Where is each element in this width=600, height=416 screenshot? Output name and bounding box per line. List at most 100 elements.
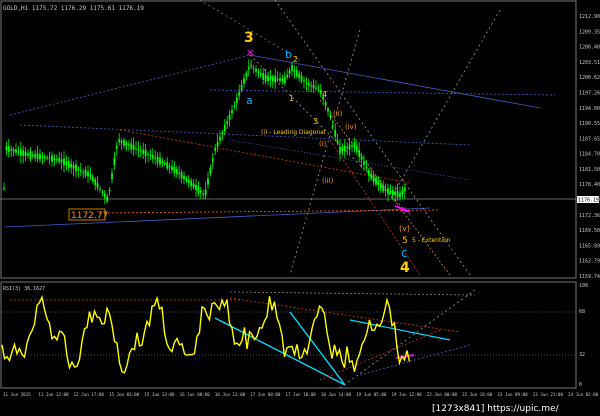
- wave-v-paren-label: (v): [399, 224, 410, 233]
- time-axis-label: 11 Jun 2015: [3, 392, 31, 397]
- candle-body: [209, 167, 212, 174]
- candle-body: [29, 151, 32, 159]
- candle-body: [341, 147, 344, 152]
- candle-body: [161, 161, 164, 164]
- price-axis-label: 1184.70: [579, 152, 600, 158]
- price-axis-label: 1181.50: [579, 167, 600, 173]
- candle-body: [87, 171, 89, 177]
- rsi-axis-label: 0: [579, 382, 582, 388]
- candle-body: [65, 161, 68, 165]
- price-axis-label: 1172.36: [579, 213, 600, 219]
- candle-body: [343, 145, 346, 152]
- candle-body: [171, 166, 173, 171]
- candle-body: [293, 70, 296, 72]
- candle-body: [72, 165, 75, 169]
- candle-body: [310, 85, 313, 87]
- candle-body: [147, 153, 149, 155]
- candle-body: [77, 168, 80, 170]
- rsi-pane[interactable]: [0, 281, 577, 389]
- candle-body: [355, 145, 358, 152]
- time-axis-label: 16 Jun 00:00: [180, 392, 211, 397]
- price-axis-label: 1206.40: [579, 45, 600, 51]
- candle-body: [257, 71, 260, 73]
- candle-body: [367, 170, 370, 176]
- candle-body: [75, 164, 77, 172]
- candle-body: [331, 124, 334, 126]
- candle-body: [303, 80, 305, 82]
- candle-body: [185, 178, 188, 181]
- time-axis-label: 23 Jun 09:00: [497, 392, 528, 397]
- candle-body: [151, 154, 154, 159]
- candle-body: [279, 78, 281, 81]
- candle-body: [348, 144, 351, 150]
- rsi-axis-label: 68: [579, 309, 585, 315]
- wave-3-label: 3: [244, 30, 254, 46]
- candle-body: [22, 150, 25, 156]
- candle-body: [39, 153, 41, 160]
- candle-body: [216, 141, 219, 147]
- candle-body: [327, 108, 329, 112]
- candle-body: [24, 151, 27, 156]
- candle-body: [48, 157, 51, 159]
- candle-body: [384, 189, 387, 191]
- candle-body: [199, 190, 202, 193]
- candle-body: [19, 149, 22, 156]
- candle-body: [312, 84, 315, 89]
- wave-c-label: c: [401, 246, 408, 260]
- candle-body: [120, 140, 123, 143]
- candle-body: [111, 173, 113, 179]
- candle-body: [329, 114, 332, 118]
- candle-body: [300, 75, 303, 82]
- candle-body: [183, 175, 185, 180]
- time-axis-label: 15 Jun 13:00: [144, 392, 175, 397]
- candle-body: [168, 165, 171, 168]
- price-axis-label: 1209.35: [579, 29, 600, 35]
- candle-body: [363, 161, 365, 165]
- candle-body: [283, 76, 286, 84]
- candle-body: [358, 149, 361, 157]
- time-axis-label: 19 Jun 05:00: [356, 392, 387, 397]
- wave-iv-label: (iv): [345, 123, 357, 131]
- candle-body: [149, 154, 152, 156]
- price-axis-label: 1169.50: [579, 228, 600, 234]
- candle-body: [58, 158, 61, 162]
- time-axis: 11 Jun 2015 11 Jun 12:00 12 Jun 17:00 15 Ju…: [3, 392, 599, 397]
- candle-body: [190, 180, 193, 187]
- candle-body: [382, 185, 385, 192]
- price-axis-label: 1190.55: [579, 121, 600, 127]
- candle-body: [259, 73, 262, 76]
- candle-body: [391, 190, 394, 196]
- price-axis-label: 1159.74: [579, 274, 600, 280]
- time-axis-label: 17 Jun 00:00: [250, 392, 281, 397]
- main-pane[interactable]: [0, 0, 577, 279]
- candle-body: [286, 74, 289, 78]
- candle-body: [394, 191, 397, 196]
- wave-i-label: (i): [319, 140, 327, 148]
- candle-body: [106, 196, 109, 202]
- candle-body: [271, 76, 274, 82]
- candle-body: [130, 143, 133, 150]
- candle-body: [207, 178, 209, 185]
- candle-body: [269, 77, 272, 80]
- candle-body: [82, 171, 85, 173]
- candle-body: [324, 102, 327, 106]
- candle-body: [396, 190, 399, 198]
- candle-body: [243, 78, 245, 84]
- candle-body: [132, 144, 135, 150]
- candle-body: [3, 187, 5, 189]
- candle-body: [192, 183, 195, 188]
- candle-body: [403, 187, 406, 192]
- price-axis-label: 1200.62: [579, 75, 600, 81]
- candle-body: [180, 172, 183, 179]
- price-axis-label: 1178.40: [579, 182, 600, 188]
- candle-body: [27, 153, 29, 156]
- candle-body: [55, 159, 58, 161]
- candle-body: [67, 161, 70, 168]
- candle-body: [377, 181, 380, 186]
- candle-body: [94, 179, 97, 186]
- candle-body: [336, 140, 339, 144]
- candle-body: [351, 145, 353, 147]
- candle-body: [360, 156, 363, 160]
- candle-body: [127, 144, 130, 146]
- candle-body: [96, 183, 99, 188]
